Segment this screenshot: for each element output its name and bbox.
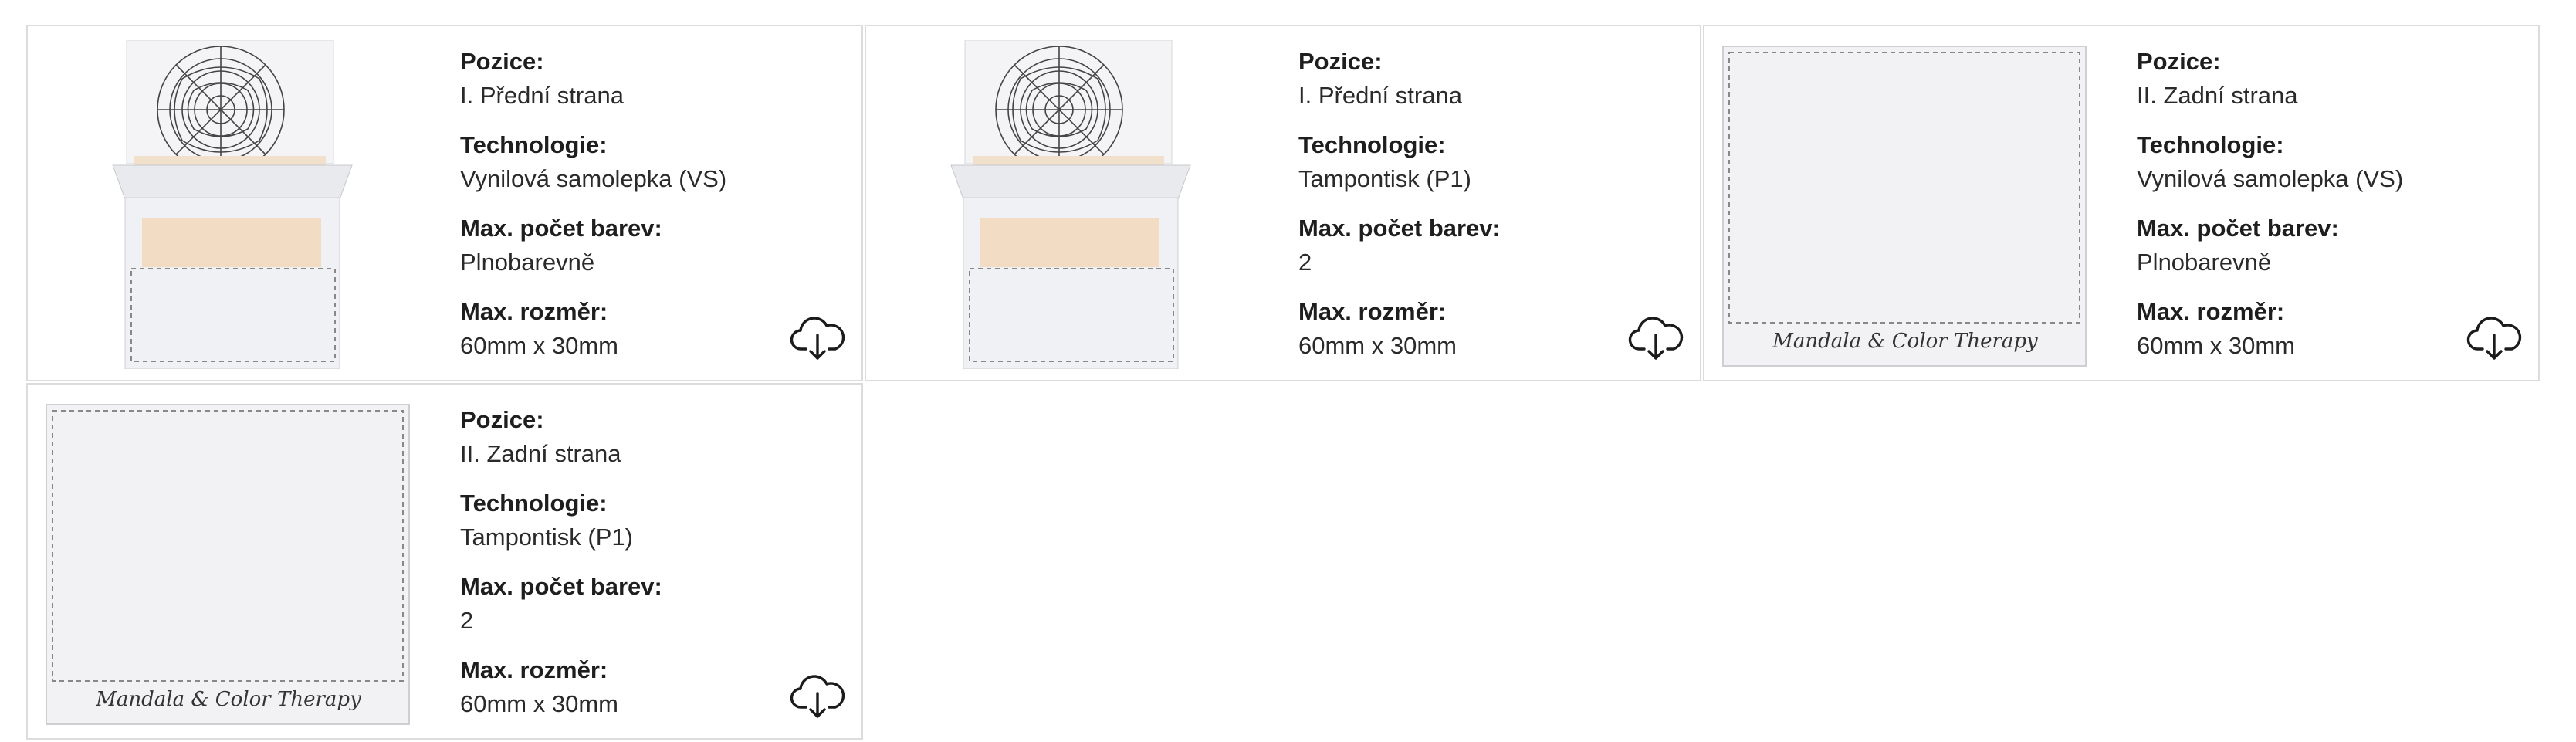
technology-value: Vynilová samolepka (VS) (2137, 165, 2404, 192)
position-value: II. Zadní strana (460, 440, 621, 467)
print-option-info: Pozice: II. Zadní strana Technologie: Vy… (2137, 45, 2507, 378)
max-colors-label: Max. počet barev: (460, 215, 662, 242)
max-colors-label: Max. počet barev: (2137, 215, 2339, 242)
max-size-value: 60mm x 30mm (460, 690, 618, 717)
cloud-download-icon[interactable] (1627, 309, 1684, 366)
product-image-front (43, 40, 414, 369)
position-label: Pozice: (460, 406, 544, 433)
print-option-info: Pozice: I. Přední strana Technologie: Ta… (1298, 45, 1669, 378)
position-label: Pozice: (460, 48, 544, 75)
product-image-front (882, 40, 1252, 369)
print-option-card: Pozice: II. Zadní strana Technologie: Vy… (1703, 25, 2540, 381)
max-colors-label: Max. počet barev: (1298, 215, 1501, 242)
max-colors-value: 2 (460, 607, 474, 634)
print-option-card: Pozice: I. Přední strana Technologie: Ta… (865, 25, 1701, 381)
max-size-label: Max. rozměr: (460, 656, 608, 683)
cloud-download-icon[interactable] (789, 667, 846, 724)
technology-label: Technologie: (1298, 131, 1446, 158)
max-colors-value: Plnobarevně (460, 249, 595, 276)
max-colors-value: 2 (1298, 249, 1312, 276)
position-value: II. Zadní strana (2137, 82, 2298, 109)
technology-value: Tampontisk (P1) (460, 523, 633, 551)
position-value: I. Přední strana (1298, 82, 1462, 109)
technology-label: Technologie: (460, 131, 608, 158)
position-value: I. Přední strana (460, 82, 624, 109)
technology-value: Vynilová samolepka (VS) (460, 165, 727, 192)
cloud-download-icon[interactable] (2466, 309, 2523, 366)
position-label: Pozice: (1298, 48, 1383, 75)
position-label: Pozice: (2137, 48, 2221, 75)
print-option-info: Pozice: II. Zadní strana Technologie: Ta… (460, 403, 831, 737)
max-size-value: 60mm x 30mm (1298, 332, 1457, 359)
max-size-label: Max. rozměr: (1298, 298, 1447, 325)
technology-label: Technologie: (2137, 131, 2284, 158)
print-option-card: Pozice: I. Přední strana Technologie: Vy… (26, 25, 863, 381)
product-image-back (1720, 40, 2090, 369)
max-colors-label: Max. počet barev: (460, 573, 662, 600)
max-size-value: 60mm x 30mm (460, 332, 618, 359)
print-option-card: Pozice: II. Zadní strana Technologie: Ta… (26, 383, 863, 740)
max-size-value: 60mm x 30mm (2137, 332, 2295, 359)
max-colors-value: Plnobarevně (2137, 249, 2272, 276)
cloud-download-icon[interactable] (789, 309, 846, 366)
technology-value: Tampontisk (P1) (1298, 165, 1471, 192)
product-image-back (43, 398, 414, 727)
max-size-label: Max. rozměr: (460, 298, 608, 325)
technology-label: Technologie: (460, 490, 608, 517)
print-option-info: Pozice: I. Přední strana Technologie: Vy… (460, 45, 831, 378)
max-size-label: Max. rozměr: (2137, 298, 2285, 325)
